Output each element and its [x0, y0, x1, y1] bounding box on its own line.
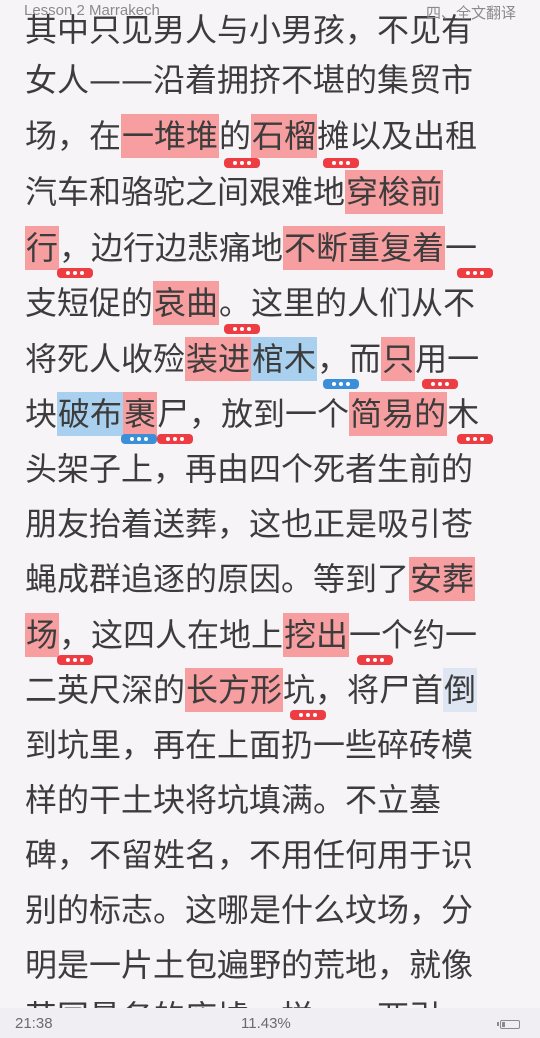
text-segment: 用一 [415, 340, 480, 378]
note-badge-icon[interactable] [157, 434, 193, 444]
text-line: 将死人收殓装进棺木，而只用一 [25, 337, 479, 381]
text-segment: 尸，放到一个 [157, 395, 350, 433]
reading-content[interactable]: 其中只见男人与小男孩，不见有 女人——沿着拥挤不堪的集贸市 场，在一堆堆的石榴摊… [0, 0, 540, 1008]
highlight-red[interactable]: 场 [25, 613, 60, 657]
note-badge-icon[interactable] [57, 655, 93, 665]
note-badge-icon[interactable] [224, 158, 260, 168]
text-segment: 别的标志。这哪是什么坟场，分 [25, 891, 474, 929]
text-segment: ，而 [317, 340, 382, 378]
selection-highlight[interactable]: 倒 [443, 668, 478, 712]
text-segment: 英国垦务的废墟一样。一两引 [25, 998, 441, 1008]
note-badge-icon[interactable] [224, 324, 260, 334]
text-segment: 坑，将尸首 [283, 671, 444, 709]
text-segment: 女人——沿着拥挤不堪的集贸市 [25, 61, 474, 99]
text-segment: 明是一片土包遍野的荒地，就像 [25, 946, 474, 984]
text-line: 支短促的哀曲。这里的人们从不 [25, 281, 475, 325]
note-badge-icon[interactable] [57, 268, 93, 278]
highlight-red[interactable]: 挖出 [283, 613, 350, 657]
text-line: 头架子上，再由四个死者生前的 [25, 447, 473, 491]
note-badge-icon[interactable] [323, 158, 359, 168]
text-segment: 摊以及出租 [317, 117, 478, 155]
highlight-red[interactable]: 安葬 [409, 557, 476, 601]
text-line: 场，在一堆堆的石榴摊以及出租 [25, 114, 477, 158]
highlight-blue[interactable]: 棺木 [251, 337, 318, 381]
highlight-blue[interactable]: 破布 [57, 392, 124, 436]
text-line: 女人——沿着拥挤不堪的集贸市 [25, 58, 473, 102]
text-segment: 到坑里，再在上面扔一些碎砖模 [25, 726, 474, 764]
text-line: 场，这四人在地上挖出一个约一 [25, 613, 477, 657]
text-segment: 二英尺深的 [25, 671, 186, 709]
note-badge-icon[interactable] [457, 434, 493, 444]
text-segment: 木 [447, 395, 480, 433]
text-segment: 。这里的人们从不 [219, 284, 476, 322]
text-line: 块破布裹尸，放到一个简易的木 [25, 392, 479, 436]
note-badge-icon[interactable] [457, 268, 493, 278]
text-line: 明是一片土包遍野的荒地，就像 [25, 943, 473, 987]
highlight-red[interactable]: 石榴 [251, 114, 318, 158]
text-line: 蝇成群追逐的原因。等到了安葬 [25, 557, 476, 601]
highlight-red[interactable]: 只 [381, 337, 416, 381]
text-segment: 一个约一 [349, 616, 478, 654]
highlight-red[interactable]: 不断重复着 [283, 226, 446, 270]
text-segment: 汽车和骆驼之间艰难地 [25, 173, 346, 211]
text-segment: 支短促的 [25, 284, 154, 322]
text-segment: 一 [445, 229, 478, 267]
text-line: 样的干土块将坑填满。不立墓 [25, 778, 441, 822]
text-line: 行，边行边悲痛地不断重复着一 [25, 226, 477, 270]
highlight-red[interactable]: 长方形 [185, 668, 284, 712]
reading-progress: 11.43% [241, 1015, 291, 1032]
text-segment: 蝇成群追逐的原因。等到了 [25, 560, 410, 598]
reader-header: Lesson 2 Marrakech 四、全文翻译 [0, 0, 540, 22]
text-line: 到坑里，再在上面扔一些碎砖模 [25, 723, 473, 767]
clock: 21:38 [15, 1015, 53, 1032]
text-segment: 的 [219, 117, 252, 155]
highlight-red[interactable]: 简易的 [349, 392, 448, 436]
highlight-red[interactable]: 行 [25, 226, 60, 270]
text-segment: 朋友抬着送葬，这也正是吸引苍 [25, 505, 474, 543]
note-badge-icon[interactable] [121, 434, 157, 444]
text-segment: 将死人收殓 [25, 340, 186, 378]
note-badge-icon[interactable] [357, 655, 393, 665]
text-segment: ，边行边悲痛地 [59, 229, 284, 267]
highlight-red[interactable]: 装进 [185, 337, 252, 381]
lesson-title: Lesson 2 Marrakech [24, 2, 160, 19]
text-segment: 块 [25, 395, 58, 433]
text-segment: 碑，不留姓名，不用任何用于识 [25, 836, 474, 874]
text-line: 二英尺深的长方形坑，将尸首倒 [25, 668, 478, 712]
highlight-red[interactable]: 一堆堆 [121, 114, 220, 158]
text-line: 别的标志。这哪是什么坟场，分 [25, 888, 473, 932]
highlight-red[interactable]: 哀曲 [153, 281, 220, 325]
highlight-red[interactable]: 裹 [123, 392, 158, 436]
text-segment: 头架子上，再由四个死者生前的 [25, 450, 474, 488]
note-badge-icon[interactable] [323, 379, 359, 389]
text-line: 朋友抬着送葬，这也正是吸引苍 [25, 502, 473, 546]
text-segment: 场，在 [25, 117, 122, 155]
reader-page: 其中只见男人与小男孩，不见有 女人——沿着拥挤不堪的集贸市 场，在一堆堆的石榴摊… [0, 0, 540, 1038]
note-badge-icon[interactable] [422, 379, 458, 389]
battery-icon [497, 1020, 520, 1029]
text-line: 汽车和骆驼之间艰难地穿梭前 [25, 170, 444, 214]
text-line: 碑，不留姓名，不用任何用于识 [25, 833, 473, 877]
highlight-red[interactable]: 穿梭前 [345, 170, 444, 214]
note-badge-icon[interactable] [290, 710, 326, 720]
text-segment: ，这四人在地上 [59, 616, 284, 654]
section-title: 四、全文翻译 [425, 5, 516, 22]
status-bar: 21:38 11.43% [0, 1008, 540, 1038]
text-segment: 样的干土块将坑填满。不立墓 [25, 781, 442, 819]
text-line: 英国垦务的废墟一样。一两引 [25, 995, 441, 1008]
